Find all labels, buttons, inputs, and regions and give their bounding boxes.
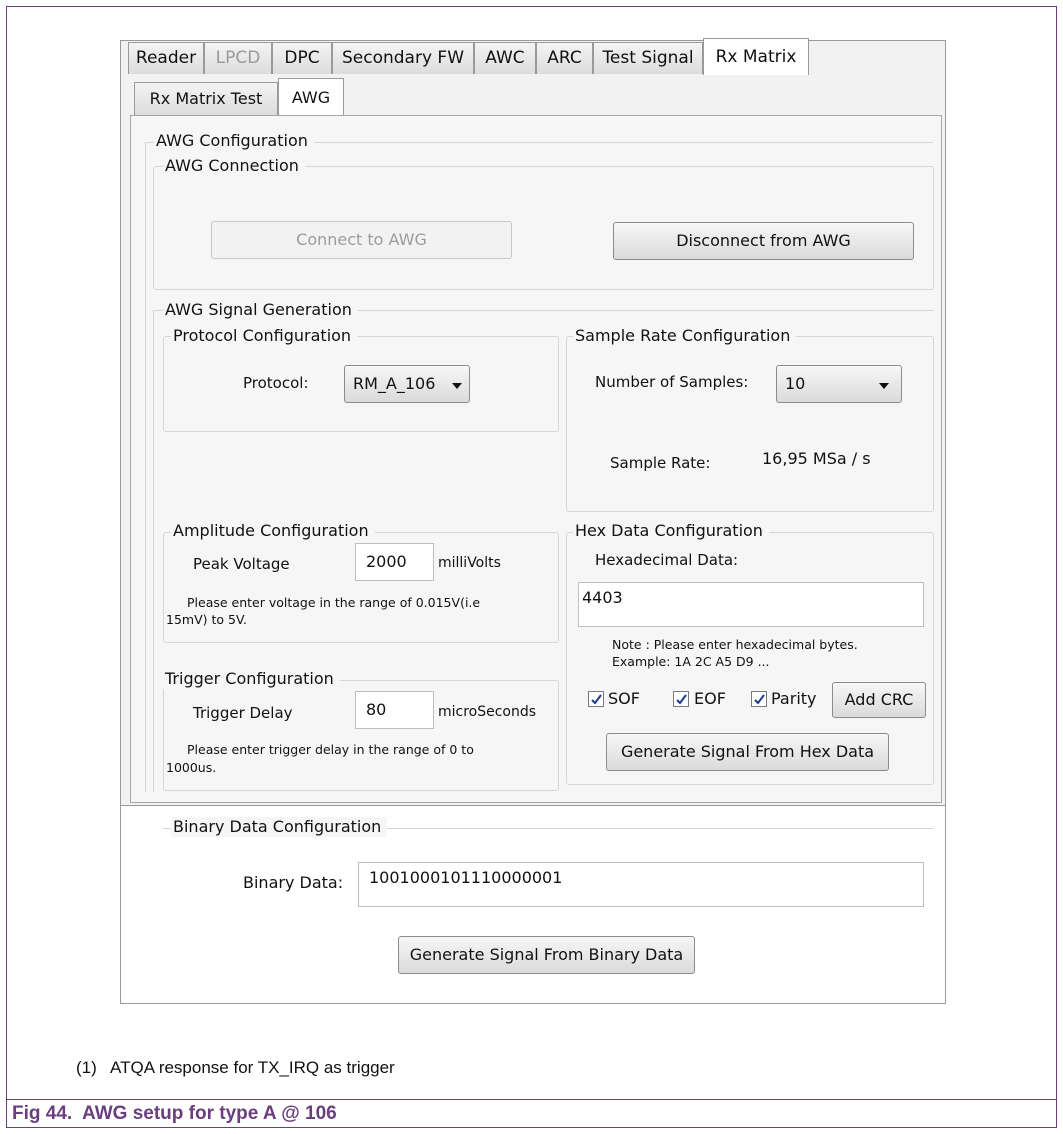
sof-checkbox[interactable] [588, 691, 604, 707]
subtab-awg[interactable]: AWG [278, 78, 344, 116]
tab-rx-matrix[interactable]: Rx Matrix [703, 38, 809, 75]
trigger-delay-unit: microSeconds [438, 704, 537, 720]
trigger-config-title: Trigger Configuration [163, 669, 340, 689]
parity-label: Parity [771, 689, 817, 708]
protocol-select-value: RM_A_106 [353, 374, 436, 393]
hex-note-line2: Example: 1A 2C A5 D9 ... [612, 654, 770, 669]
signal-generation-left-line [153, 310, 154, 792]
trigger-delay-input[interactable]: 80 [355, 691, 434, 729]
figure-caption: (1) ATQA response for TX_IRQ as trigger [76, 1058, 395, 1077]
awg-config-title: AWG Configuration [154, 131, 314, 151]
check-icon [676, 694, 687, 705]
trigger-hint-line1: Please enter trigger delay in the range … [187, 742, 474, 757]
chevron-down-icon [452, 383, 462, 389]
sample-rate-label: Sample Rate: [610, 454, 711, 472]
protocol-config-title: Protocol Configuration [171, 326, 358, 346]
disconnect-awg-button[interactable]: Disconnect from AWG [613, 222, 914, 260]
tab-test-signal[interactable]: Test Signal [593, 42, 703, 74]
sample-rate-value: 16,95 MSa / s [762, 449, 871, 468]
parity-checkbox[interactable] [751, 691, 767, 707]
subtab-rx-matrix-test[interactable]: Rx Matrix Test [134, 82, 278, 115]
number-of-samples-label: Number of Samples: [595, 373, 749, 391]
protocol-label: Protocol: [243, 374, 309, 392]
trigger-delay-label: Trigger Delay [193, 704, 293, 722]
signal-generation-title: AWG Signal Generation [163, 300, 358, 320]
connect-awg-button[interactable]: Connect to AWG [211, 221, 512, 259]
tab-lpcd[interactable]: LPCD [204, 42, 272, 74]
tab-arc[interactable]: ARC [536, 42, 593, 74]
hex-data-input[interactable]: 4403 [578, 582, 924, 627]
check-icon [754, 694, 765, 705]
tab-dpc[interactable]: DPC [272, 42, 332, 74]
awg-config-left-line [145, 142, 146, 792]
hex-data-label: Hexadecimal Data: [595, 551, 739, 569]
peak-voltage-input[interactable]: 2000 [355, 543, 434, 581]
tab-awc[interactable]: AWC [474, 42, 536, 74]
trigger-hint-line2: 1000us. [166, 760, 217, 775]
number-of-samples-value: 10 [785, 374, 806, 393]
check-icon [591, 694, 602, 705]
sample-rate-config-group [566, 336, 934, 512]
peak-voltage-unit: milliVolts [438, 555, 501, 571]
amplitude-config-title: Amplitude Configuration [171, 521, 375, 541]
tab-secondary-fw[interactable]: Secondary FW [332, 42, 474, 74]
add-crc-button[interactable]: Add CRC [832, 682, 926, 718]
sof-label: SOF [608, 689, 640, 708]
sample-rate-config-title: Sample Rate Configuration [573, 326, 797, 346]
app-window-lower [120, 806, 946, 1004]
awg-connection-title: AWG Connection [163, 156, 305, 176]
amplitude-hint-line1: Please enter voltage in the range of 0.0… [187, 595, 481, 610]
amplitude-hint-line2: 15mV) to 5V. [166, 612, 247, 627]
hex-config-title: Hex Data Configuration [573, 521, 769, 541]
eof-label: EOF [694, 689, 726, 708]
generate-from-hex-button[interactable]: Generate Signal From Hex Data [606, 733, 889, 771]
figure-title: Fig 44. AWG setup for type A @ 106 [12, 1103, 337, 1124]
eof-checkbox[interactable] [673, 691, 689, 707]
figure-divider [6, 1099, 1057, 1100]
hex-note-line1: Note : Please enter hexadecimal bytes. [612, 637, 858, 652]
chevron-down-icon [879, 383, 889, 389]
tab-reader[interactable]: Reader [128, 42, 204, 74]
peak-voltage-label: Peak Voltage [193, 555, 290, 573]
